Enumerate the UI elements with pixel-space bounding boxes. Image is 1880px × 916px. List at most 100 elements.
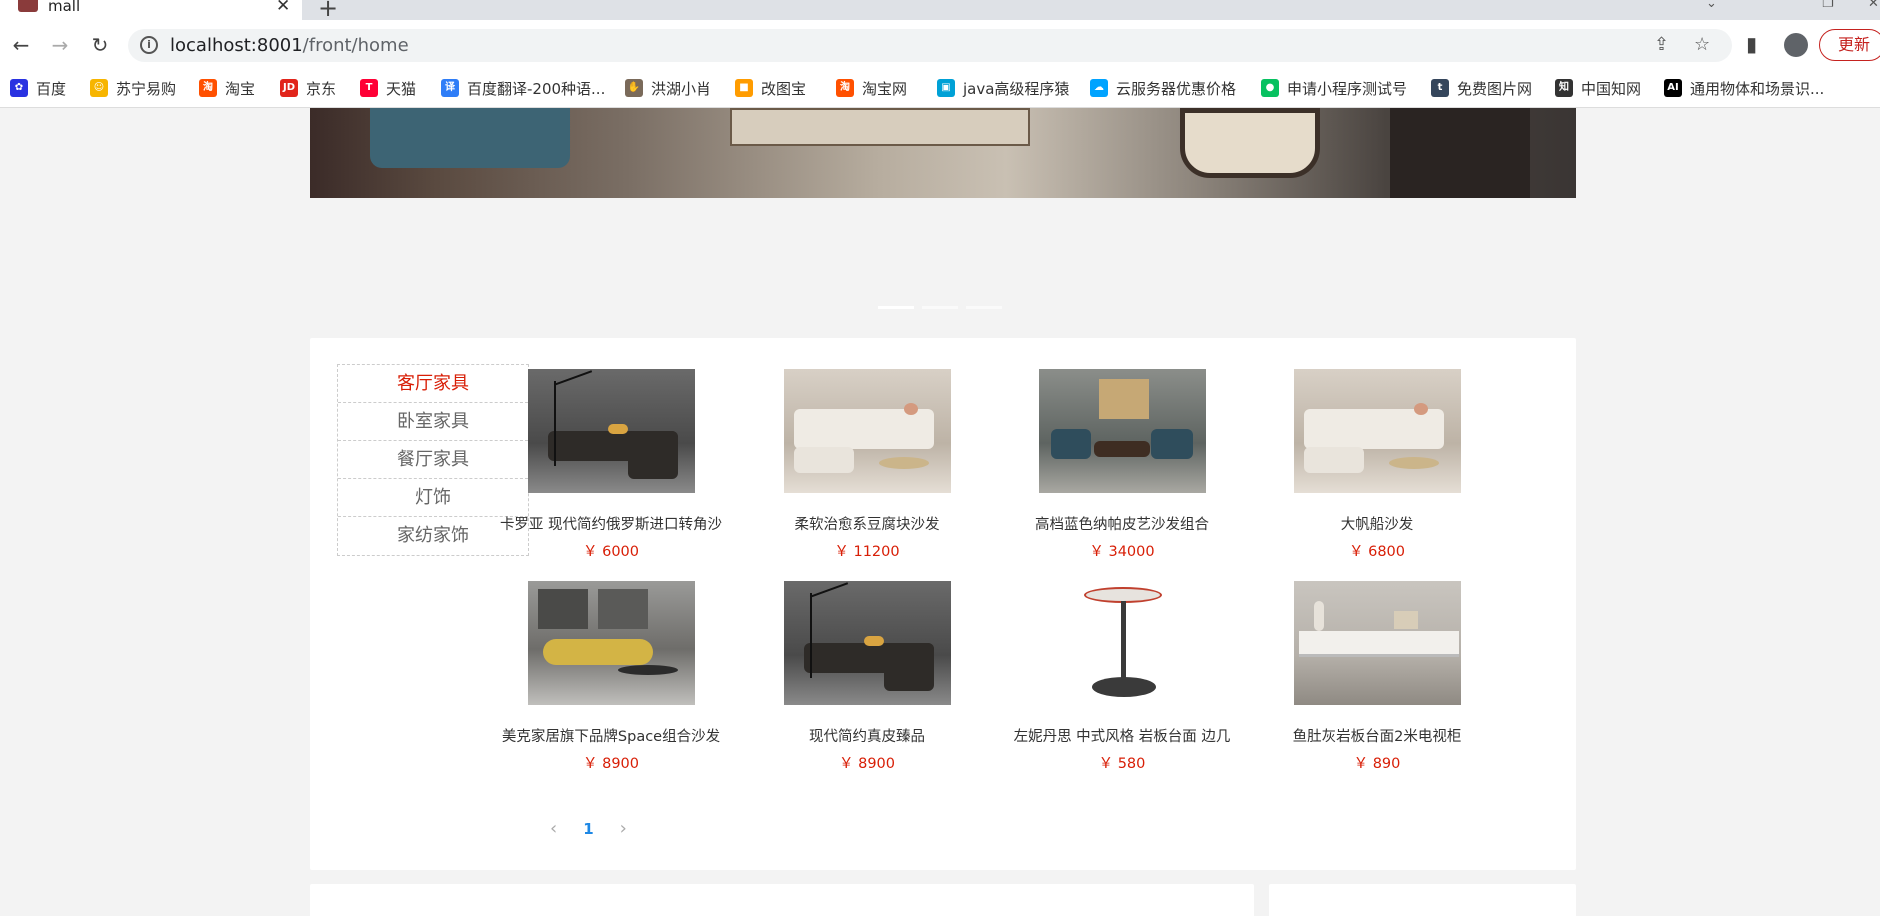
product-image[interactable] [1293,369,1461,493]
bookmark-label: 淘宝网 [862,79,908,98]
product-image[interactable] [783,581,951,705]
product-name[interactable]: 左妮丹思 中式风格 岩板台面 边几 [997,725,1247,746]
product-price: ￥ 580 [1098,756,1146,772]
bookmark-item[interactable]: ☁ 云服务器优惠价格 [1090,78,1236,98]
hero-banner-image[interactable] [310,108,1576,198]
bookmark-item[interactable]: ▣ java高级程序猿 [937,78,1069,98]
bookmark-label: 天猫 [386,79,417,98]
forward-icon[interactable]: → [47,32,73,58]
bookmark-item[interactable]: AI 通用物体和场景识... [1664,78,1824,98]
gaitubao-icon: ■ [735,79,753,97]
product-price: ￥ 6800 [1348,544,1405,560]
bookmark-item[interactable]: t 免费图片网 [1431,78,1532,98]
bookmark-item[interactable]: JD 京东 [280,78,336,98]
bookmarks-bar: ✿ 百度 ☺ 苏宁易购 淘淘宝 JD 京东 T 天猫 译百度翻译-200种语... ✋ 洪湖小肖 ■ 改图… [0,70,1880,108]
product-card[interactable]: 美克家居旗下品牌Space组合沙发 ￥ 8900 [486,581,736,773]
new-tab-icon[interactable]: + [318,0,338,22]
bookmark-item[interactable]: 知中国知网 [1555,78,1641,98]
tumblr-icon: t [1431,79,1449,97]
translate-icon: 译 [441,79,459,97]
bookmark-item[interactable]: ✿ 百度 [10,78,66,98]
product-price: ￥ 11200 [834,544,900,560]
product-price: ￥ 8900 [582,756,639,772]
bookmark-item[interactable]: 淘淘宝网 [836,78,907,98]
side-panel-icon[interactable]: ▮ [1746,32,1757,56]
content-card [310,884,1254,916]
page-number[interactable]: 1 [583,820,593,838]
tab-favicon-icon [18,0,38,12]
product-image[interactable] [527,581,695,705]
product-image[interactable] [1038,369,1206,493]
jd-icon: JD [280,79,298,97]
bookmark-label: 百度 [36,79,67,98]
share-icon[interactable]: ⇪ [1654,34,1669,55]
bookmark-item[interactable]: 译百度翻译-200种语... [441,78,605,98]
product-image[interactable] [1293,581,1461,705]
product-name[interactable]: 大帆船沙发 [1252,513,1502,534]
side-card [1269,884,1576,916]
bookmark-label: 洪湖小肖 [651,79,712,98]
close-window-icon[interactable]: ✕ [1868,0,1879,11]
product-image[interactable] [527,369,695,493]
product-name[interactable]: 高档蓝色纳帕皮艺沙发组合 [997,513,1247,534]
browser-tab[interactable]: mall ✕ [0,0,302,20]
product-name[interactable]: 鱼肚灰岩板台面2米电视柜 [1252,725,1502,746]
back-icon[interactable]: ← [8,32,34,58]
bookmark-item[interactable]: ☺ 苏宁易购 [90,78,176,98]
update-button[interactable]: 更新 [1819,29,1880,61]
browser-toolbar: ← → ↻ i localhost:8001/front/home ⇪ ☆ ▮ … [0,20,1880,70]
reload-icon[interactable]: ↻ [87,32,113,58]
product-card[interactable]: 大帆船沙发 ￥ 6800 [1252,369,1502,561]
product-card[interactable]: 现代简约真皮臻品 ￥ 8900 [742,581,992,773]
carousel-indicators [878,306,1002,309]
cnki-icon: 知 [1555,79,1573,97]
product-price: ￥ 890 [1353,756,1401,772]
banner-door-art [1390,108,1530,198]
tab-search-icon[interactable]: ⌄ [1706,0,1717,11]
taobao-icon: 淘 [199,79,217,97]
cloud-icon: ☁ [1090,79,1108,97]
product-price: ￥ 8900 [838,756,895,772]
product-name[interactable]: 美克家居旗下品牌Space组合沙发 [486,725,736,746]
bookmark-item[interactable]: T 天猫 [360,78,416,98]
url-text[interactable]: localhost:8001/front/home [170,35,409,56]
product-image[interactable] [1038,581,1206,705]
taobao-icon: 淘 [836,79,854,97]
restore-window-icon[interactable]: ❐ [1822,0,1834,11]
carousel-dot[interactable] [878,306,914,309]
product-name[interactable]: 现代简约真皮臻品 [742,725,992,746]
chevron-right-icon[interactable]: › [620,818,627,839]
product-name[interactable]: 柔软治愈系豆腐块沙发 [742,513,992,534]
tab-title: mall [48,0,81,15]
bilibili-icon: ▣ [937,79,955,97]
profile-avatar-icon[interactable] [1784,33,1808,57]
tab-strip: mall ✕ + ⌄ ❐ ✕ [0,0,1880,22]
product-card[interactable]: 鱼肚灰岩板台面2米电视柜 ￥ 890 [1252,581,1502,773]
site-info-icon[interactable]: i [140,36,158,54]
product-price: ￥ 34000 [1089,544,1155,560]
product-name[interactable]: 卡罗亚 现代简约俄罗斯进口转角沙 [486,513,736,534]
product-image[interactable] [783,369,951,493]
pagination: ‹ 1 › [550,818,627,839]
bookmark-item[interactable]: 淘淘宝 [199,78,255,98]
product-panel: 客厅家具 卧室家具 餐厅家具 灯饰 家纺家饰 卡罗亚 现代简约俄罗斯进口转角沙 ￥ 600… [310,338,1576,870]
bookmark-label: 京东 [306,79,337,98]
address-bar[interactable]: i localhost:8001/front/home ⇪ ☆ [128,29,1732,62]
product-card[interactable]: 左妮丹思 中式风格 岩板台面 边几 ￥ 580 [997,581,1247,773]
close-tab-icon[interactable]: ✕ [276,0,290,16]
banner-chair-art [1180,108,1320,178]
chevron-left-icon[interactable]: ‹ [550,818,557,839]
product-card[interactable]: 高档蓝色纳帕皮艺沙发组合 ￥ 34000 [997,369,1247,561]
banner-sofa-art [370,108,570,168]
carousel-dot[interactable] [922,306,958,309]
carousel-dot[interactable] [966,306,1002,309]
bookmark-label: 改图宝 [761,79,807,98]
bookmark-item[interactable]: ● 申请小程序测试号 [1261,78,1407,98]
wechat-icon: ● [1261,79,1279,97]
bookmark-item[interactable]: ■ 改图宝 [735,78,806,98]
bookmark-label: 中国知网 [1581,79,1642,98]
product-card[interactable]: 卡罗亚 现代简约俄罗斯进口转角沙 ￥ 6000 [486,369,736,561]
product-card[interactable]: 柔软治愈系豆腐块沙发 ￥ 11200 [742,369,992,561]
bookmark-item[interactable]: ✋ 洪湖小肖 [625,78,711,98]
bookmark-star-icon[interactable]: ☆ [1694,34,1710,55]
